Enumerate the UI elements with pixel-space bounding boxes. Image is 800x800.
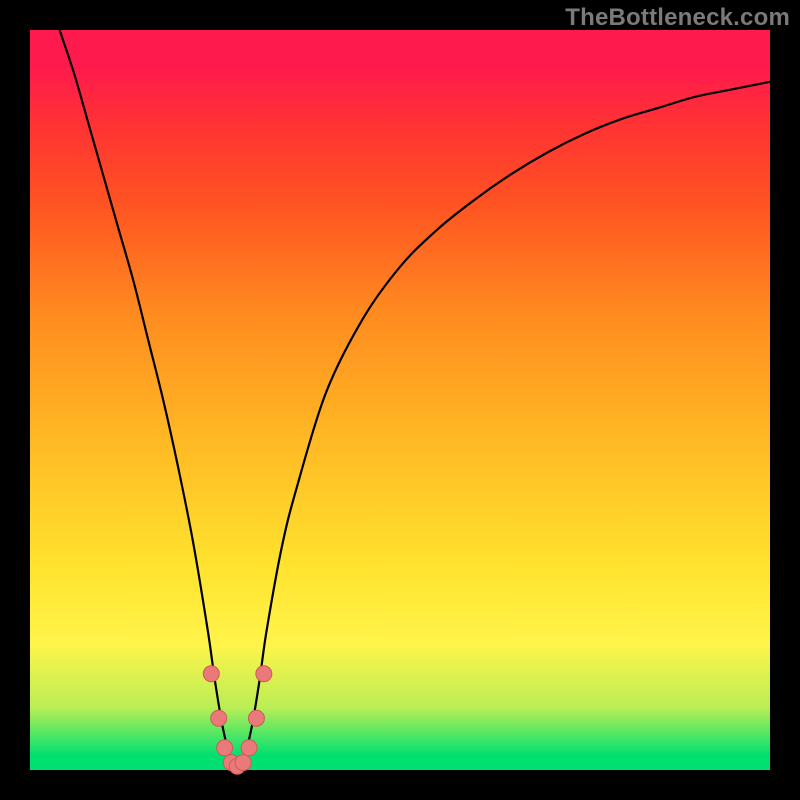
curve-markers [203, 666, 272, 775]
chart-svg [30, 30, 770, 770]
chart-frame: TheBottleneck.com [0, 0, 800, 800]
curve-marker [211, 710, 227, 726]
curve-marker [203, 666, 219, 682]
curve-marker [217, 740, 233, 756]
curve-marker [241, 740, 257, 756]
watermark-label: TheBottleneck.com [565, 4, 790, 32]
curve-marker [235, 755, 251, 771]
curve-marker [248, 710, 264, 726]
curve-marker [256, 666, 272, 682]
bottleneck-curve [60, 30, 770, 766]
chart-plot-area [30, 30, 770, 770]
